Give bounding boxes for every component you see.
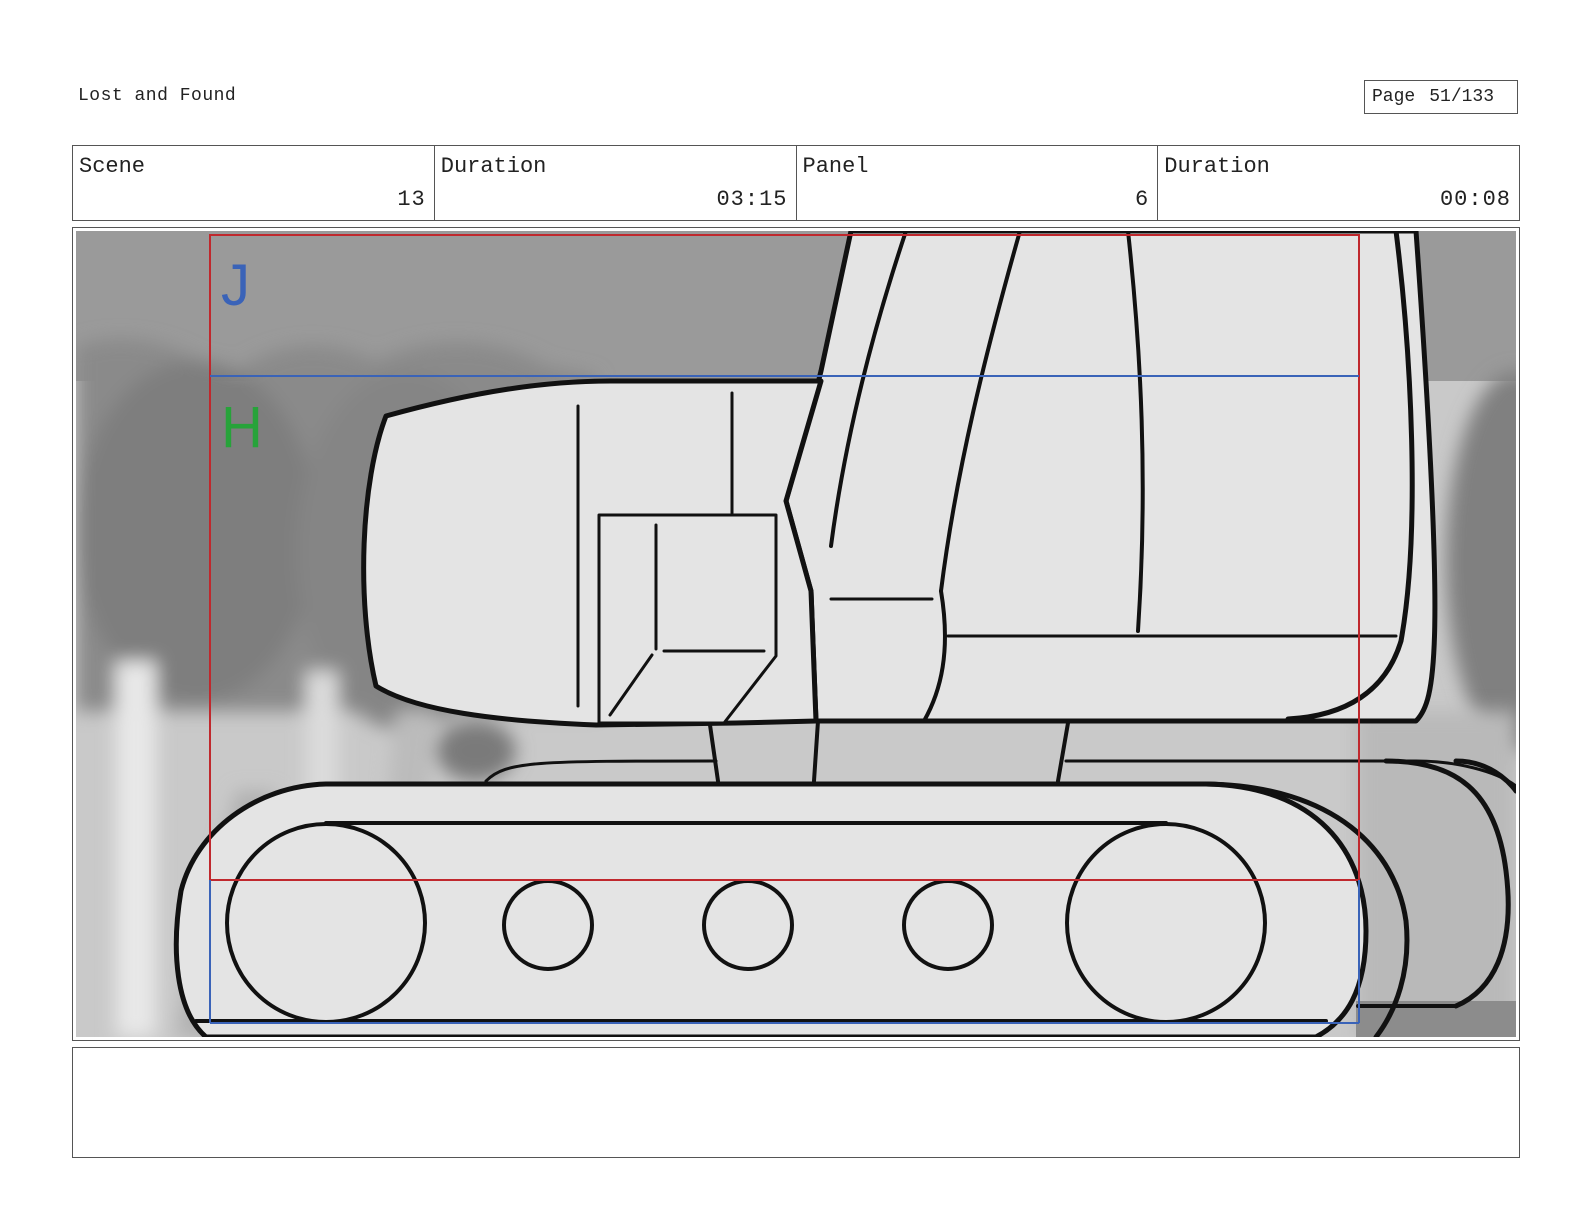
- scene-duration-cell: Duration 03:15: [435, 146, 797, 220]
- panel-duration-cell: Duration 00:08: [1158, 146, 1519, 220]
- page-number: 51/133: [1429, 87, 1495, 107]
- scene-duration-label: Duration: [440, 154, 547, 179]
- panel-info-table: Scene 13 Duration 03:15 Panel 6 Duration…: [72, 145, 1520, 221]
- storyboard-panel-frame: J H: [72, 227, 1520, 1041]
- scene-duration-value: 03:15: [716, 187, 788, 212]
- panel-cell: Panel 6: [797, 146, 1159, 220]
- page-indicator: Page 51/133: [1364, 80, 1518, 114]
- scene-value: 13: [397, 187, 426, 212]
- scene-label: Scene: [79, 154, 146, 179]
- panel-duration-value: 00:08: [1439, 187, 1511, 212]
- safe-mark-h: H: [221, 395, 263, 460]
- panel-label: Panel: [802, 154, 869, 179]
- panel-value: 6: [1135, 187, 1150, 212]
- page-label: Page: [1372, 87, 1416, 107]
- scene-cell: Scene 13: [73, 146, 435, 220]
- panel-duration-label: Duration: [1164, 154, 1270, 179]
- safe-mark-j: J: [221, 253, 250, 318]
- panel-drawing: J H: [76, 231, 1516, 1037]
- panel-notes-box[interactable]: [72, 1047, 1520, 1158]
- project-title: Lost and Found: [78, 86, 237, 106]
